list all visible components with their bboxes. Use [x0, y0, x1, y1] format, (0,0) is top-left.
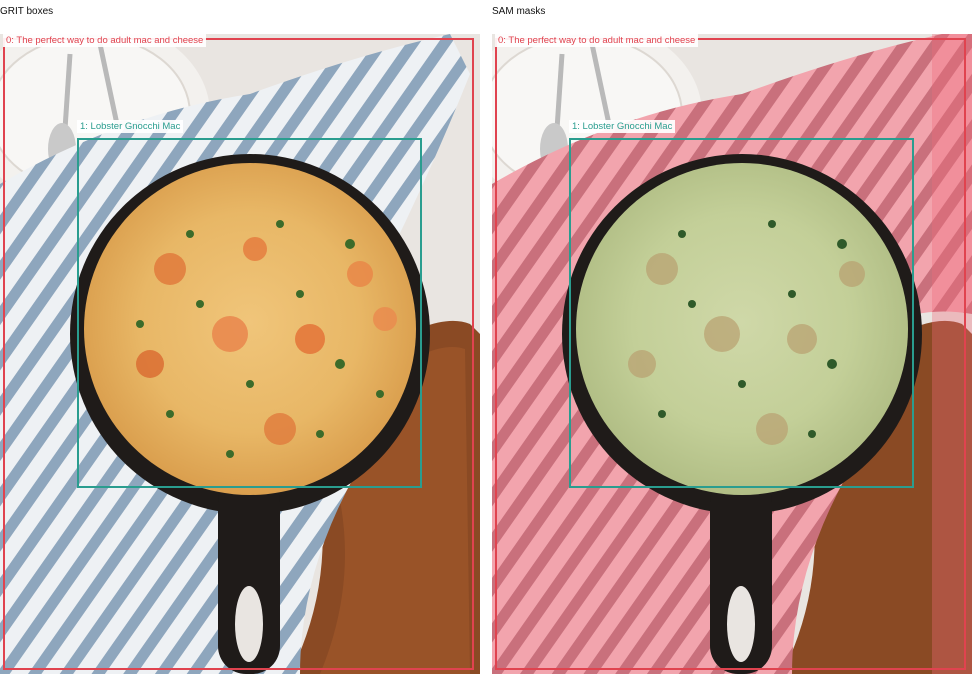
- grit-box-1-label: 1: Lobster Gnocchi Mac: [77, 120, 184, 133]
- panel-title-grit: GRIT boxes: [0, 6, 54, 17]
- grit-box-0-label: 0: The perfect way to do adult mac and c…: [3, 34, 207, 47]
- sam-box-0-label: 0: The perfect way to do adult mac and c…: [495, 34, 699, 47]
- sam-box-1: [569, 138, 914, 488]
- sam-image-panel: 0: The perfect way to do adult mac and c…: [492, 34, 972, 674]
- panel-title-sam: SAM masks: [492, 6, 546, 17]
- grit-image-panel: 0: The perfect way to do adult mac and c…: [0, 34, 480, 674]
- grit-box-1: [77, 138, 422, 488]
- sam-box-1-label: 1: Lobster Gnocchi Mac: [569, 120, 676, 133]
